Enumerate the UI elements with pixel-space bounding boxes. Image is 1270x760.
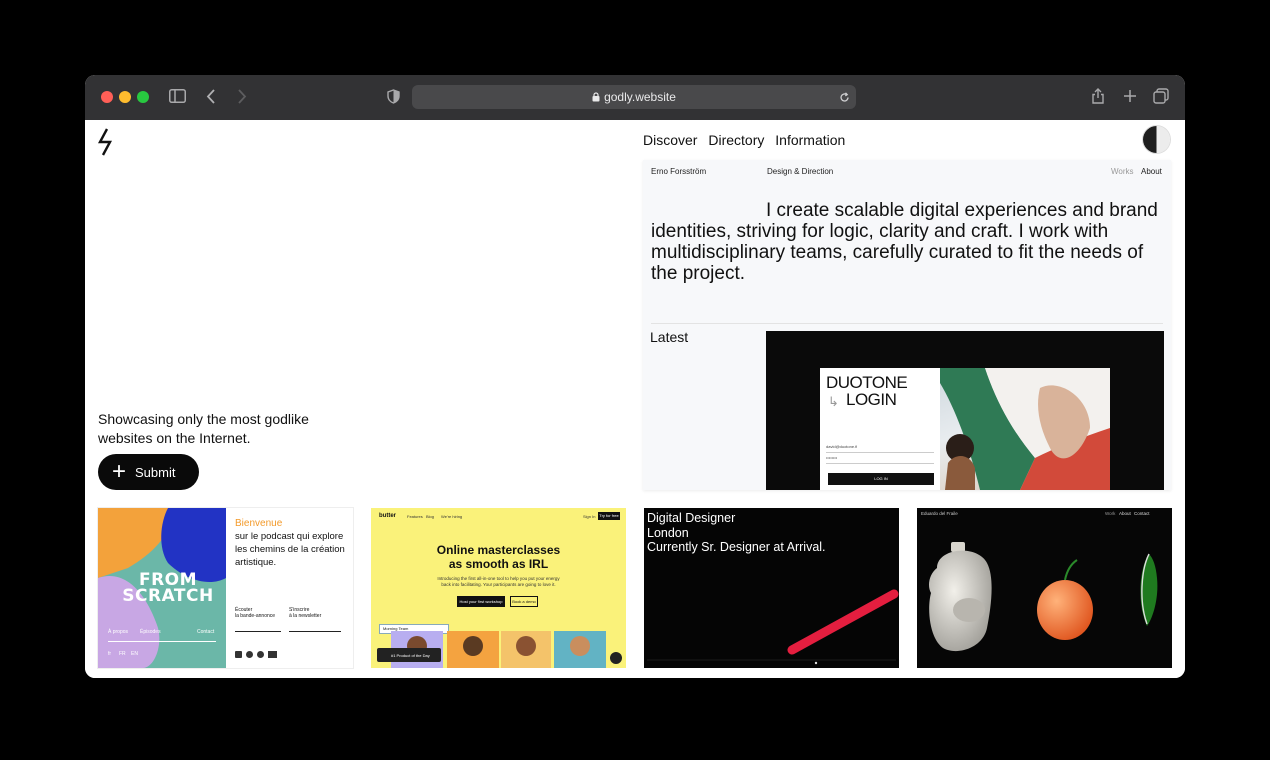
butter-subtext: Introducing the first all-in-one tool to… <box>437 576 560 587</box>
tab-overview-icon[interactable] <box>1153 88 1169 104</box>
share-icon[interactable] <box>1091 87 1105 105</box>
new-tab-icon[interactable] <box>1123 89 1137 103</box>
zoom-window-button[interactable] <box>137 91 149 103</box>
minimize-window-button[interactable] <box>119 91 131 103</box>
site-card-butter[interactable]: butter Features Blog We're hiring Sign I… <box>371 508 626 668</box>
red-stroke-graphic <box>647 589 899 665</box>
listen-sublabel: la bande-annonce <box>235 613 276 619</box>
featured-site-preview[interactable]: Erno Forsström Design & Direction Works … <box>643 160 1171 490</box>
product-hunt-badge: #1 Product of the Day <box>377 648 441 662</box>
latest-project-screenshot: DUOTONE LOGIN ↳ david@duotone.fi •••••••… <box>766 331 1164 490</box>
lock-icon <box>592 92 600 102</box>
sidebar-icon[interactable] <box>169 89 186 103</box>
arrow-icon: ↳ <box>828 394 839 409</box>
duotone-password-field: •••••••• <box>826 455 934 464</box>
signup-sublabel: à la newsletter <box>289 613 322 619</box>
instagram-icon <box>235 651 242 658</box>
chat-icon <box>610 652 622 664</box>
address-bar[interactable]: godly.website <box>412 85 856 109</box>
featured-site-intro: I create scalable digital experiences an… <box>651 200 1158 284</box>
featured-site-role: Design & Direction <box>767 167 834 176</box>
podcast-icon <box>246 651 253 658</box>
page-content: Discover Directory Information Showcasin… <box>85 120 1185 678</box>
social-icons <box>235 651 285 658</box>
godly-logo-icon[interactable] <box>97 128 113 156</box>
featured-site-name: Erno Forsström <box>651 167 707 176</box>
reload-icon[interactable] <box>839 92 850 103</box>
duotone-email-field: david@duotone.fi <box>826 444 934 453</box>
duotone-flag-photo <box>940 368 1110 490</box>
duotone-login-card: DUOTONE LOGIN ↳ david@duotone.fi •••••••… <box>820 368 940 490</box>
site-card-from-scratch[interactable]: FROM SCRATCH À propos Épisodes Contact f… <box>98 508 353 668</box>
nav-link: Contact <box>197 629 215 635</box>
submit-label: Submit <box>135 464 176 480</box>
plus-icon: + <box>112 458 127 485</box>
site-card-eduardo-del-fraile[interactable]: Eduardo del Fraile Work About Contact <box>917 508 1172 668</box>
spotify-icon <box>257 651 264 658</box>
butter-nav-item: We're hiring <box>441 514 463 519</box>
nav-link: À propos <box>108 629 129 635</box>
latest-label: Latest <box>650 329 689 345</box>
site-card-digital-designer[interactable]: Digital Designer London Currently Sr. De… <box>644 508 899 668</box>
butter-secondary-button: Book a demo <box>510 596 538 607</box>
divider <box>651 323 1163 324</box>
main-nav: Discover Directory Information <box>643 132 852 148</box>
privacy-shield-icon[interactable] <box>387 89 400 104</box>
featured-site-about-link: About <box>1141 167 1162 176</box>
from-scratch-logo: FROM SCRATCH <box>122 570 214 606</box>
lang-link: FR <box>119 651 126 657</box>
site-tagline: Showcasing only the most godlike website… <box>98 411 309 446</box>
audio-player <box>235 624 281 632</box>
back-icon[interactable] <box>206 89 216 104</box>
butter-logo: butter <box>379 513 396 519</box>
deezer-icon <box>268 651 277 658</box>
submit-button[interactable]: + Submit <box>98 454 199 490</box>
close-window-button[interactable] <box>101 91 113 103</box>
nav-discover[interactable]: Discover <box>643 132 697 148</box>
divider <box>108 641 216 642</box>
lang-link: fr <box>108 651 112 657</box>
nav-link: Épisodes <box>140 629 161 635</box>
nav-information[interactable]: Information <box>775 132 845 148</box>
from-scratch-body: sur le podcast qui explore les chemins d… <box>235 531 345 568</box>
product-photography <box>929 542 1158 652</box>
lang-link: EN <box>131 651 138 657</box>
butter-primary-button: Host your first workshop <box>457 596 505 607</box>
butter-signin: Sign In <box>583 514 596 519</box>
browser-toolbar: godly.website <box>85 75 1185 121</box>
flag-photo-image <box>940 368 1110 490</box>
newsletter-field <box>289 624 341 632</box>
butter-nav-item: Features <box>407 514 423 519</box>
butter-nav-item: Blog <box>426 514 435 519</box>
forward-icon[interactable] <box>237 89 247 104</box>
featured-site-works-link: Works <box>1111 167 1134 176</box>
nav-directory[interactable]: Directory <box>708 132 764 148</box>
duotone-login-button: LOG IN <box>828 473 934 485</box>
url-text: godly.website <box>604 90 676 104</box>
butter-headline: Online masterclasses as smooth as IRL <box>436 543 561 571</box>
butter-try-button: Try for free <box>598 512 620 520</box>
from-scratch-welcome: Bienvenue <box>235 518 283 529</box>
browser-window: godly.website Discover Directory Informa… <box>85 75 1185 678</box>
theme-toggle-button[interactable] <box>1143 126 1170 153</box>
